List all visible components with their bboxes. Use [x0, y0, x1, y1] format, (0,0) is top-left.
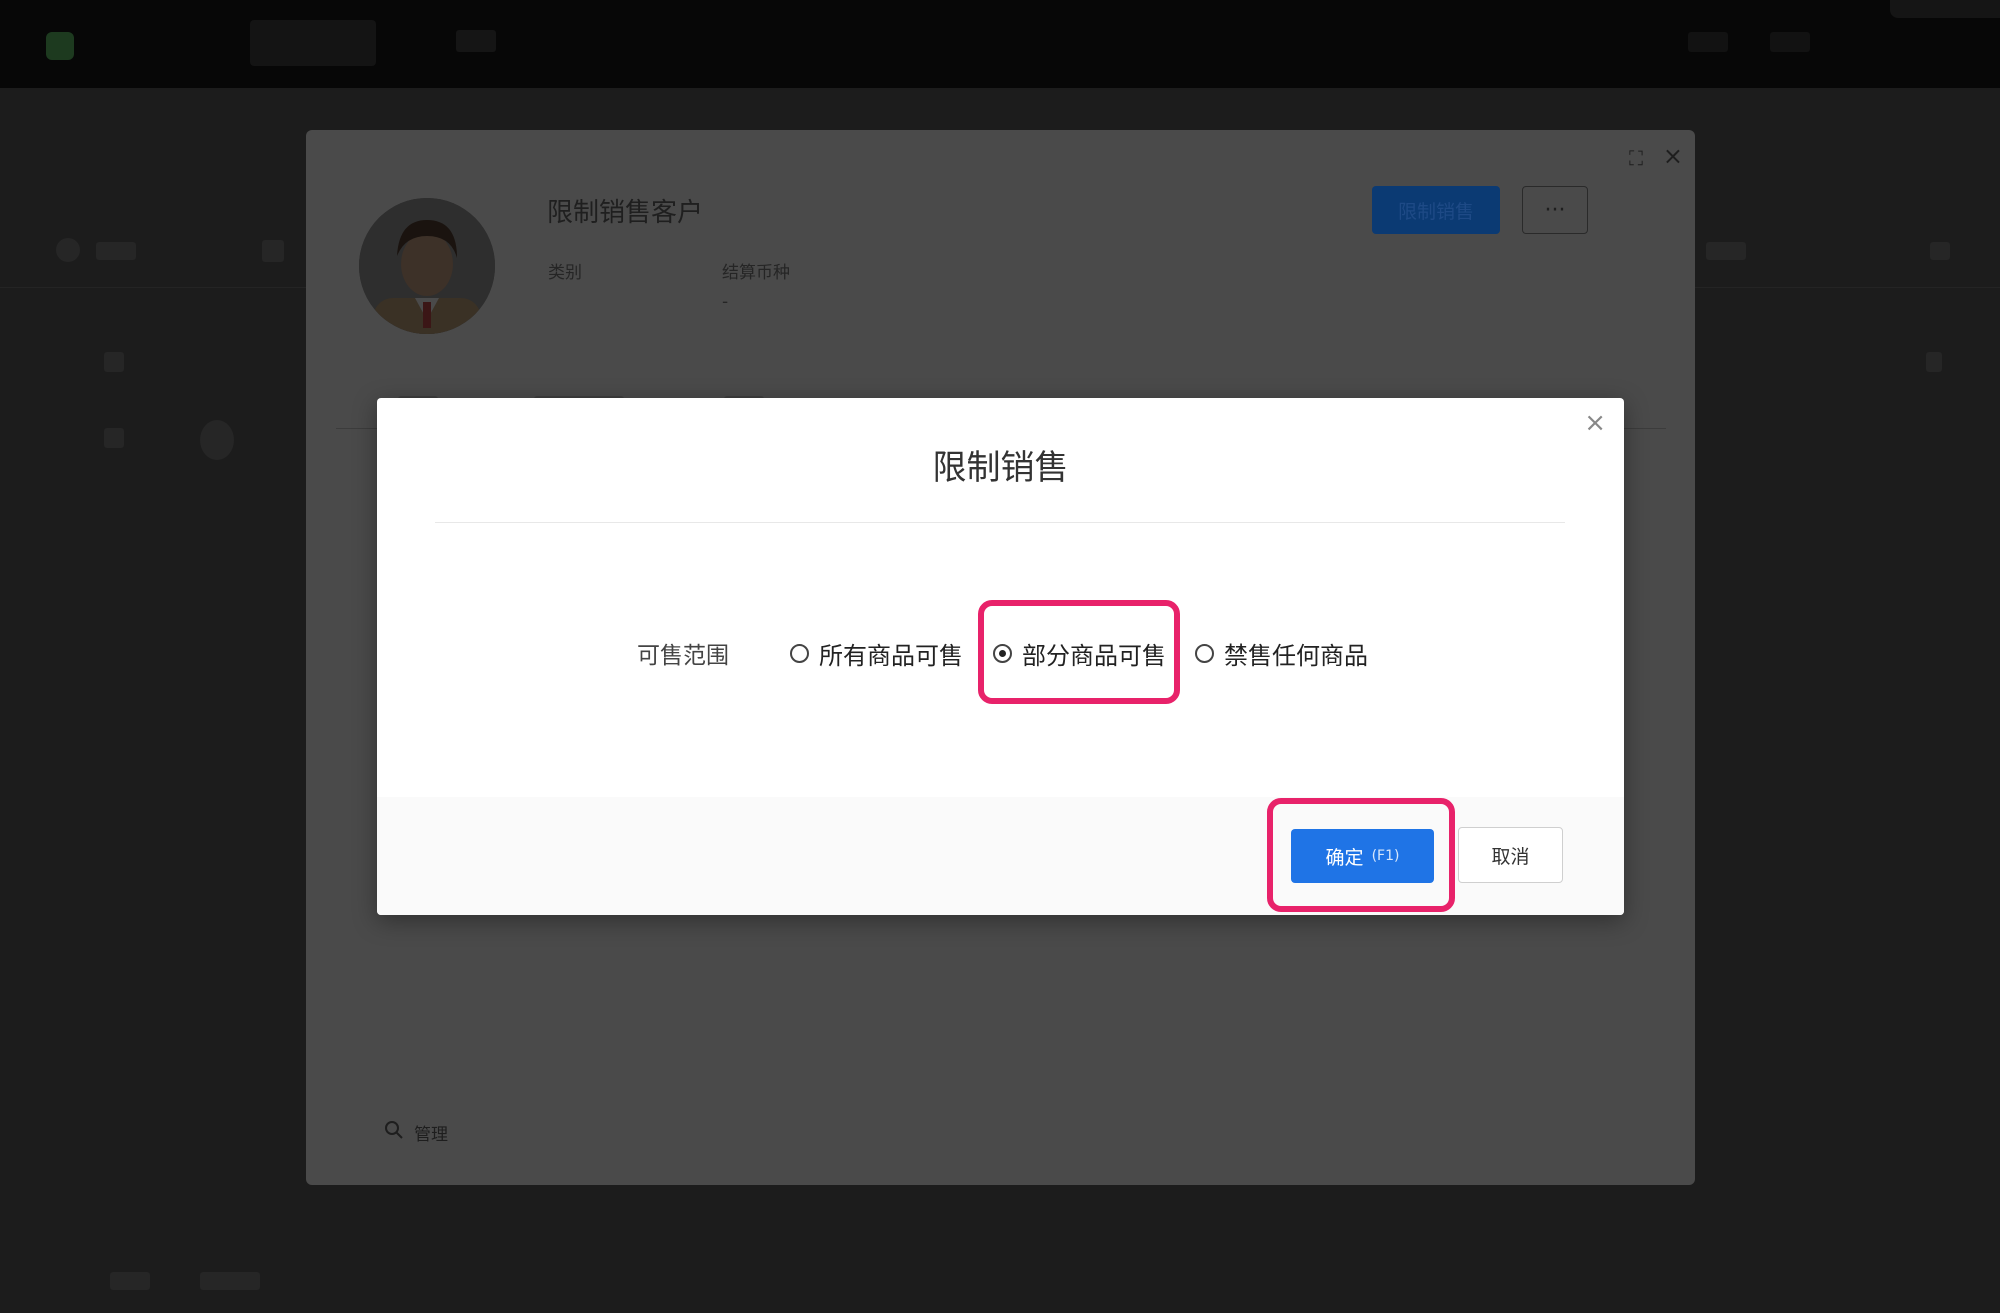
restrict-sale-dialog: × 限制销售 可售范围 所有商品可售 部分商品可售 禁售任何商品 确定 (F1)… [377, 398, 1624, 915]
field-label-category: 类别 [548, 263, 582, 283]
radio-label[interactable]: 禁售任何商品 [1224, 636, 1368, 671]
window-controls[interactable] [1890, 0, 2000, 18]
background-icon [1930, 242, 1950, 260]
app-nav-tab[interactable] [456, 30, 496, 52]
search-icon[interactable] [384, 1120, 404, 1140]
search-label[interactable]: 管理 [414, 1120, 448, 1145]
radio-all-products[interactable]: 所有商品可售 [790, 636, 963, 671]
customer-avatar [359, 198, 495, 334]
background-icon [1926, 352, 1942, 372]
customer-name: 限制销售客户 [547, 198, 704, 228]
app-header-link[interactable] [1770, 32, 1810, 52]
close-icon[interactable]: × [1584, 408, 1606, 438]
field-label-currency: 结算币种 [722, 263, 790, 283]
expand-icon[interactable]: ⛶ [1629, 146, 1643, 170]
background-footer [100, 1270, 300, 1292]
app-header-link[interactable] [1688, 32, 1728, 52]
radio-some-products[interactable]: 部分商品可售 [993, 636, 1166, 671]
dialog-divider [435, 522, 1565, 523]
close-icon[interactable]: × [1663, 142, 1683, 170]
dialog-title: 限制销售 [932, 448, 1069, 488]
radio-label[interactable]: 所有商品可售 [819, 636, 963, 671]
portrait-icon [359, 198, 495, 334]
dialog-footer: 确定 (F1) 取消 [377, 797, 1624, 915]
radio-no-products[interactable]: 禁售任何商品 [1195, 636, 1368, 671]
more-actions-button[interactable]: ··· [1522, 186, 1588, 234]
background-checkbox [104, 352, 124, 372]
background-add-icon [262, 240, 284, 262]
cancel-button[interactable]: 取消 [1458, 827, 1563, 883]
restrict-sale-button[interactable]: 限制销售 [1372, 186, 1500, 234]
confirm-button[interactable]: 确定 (F1) [1291, 829, 1434, 883]
radio-button[interactable] [790, 644, 809, 663]
field-value-currency: - [722, 292, 729, 312]
background-label [96, 242, 136, 260]
background-checkbox [104, 428, 124, 448]
app-topbar [0, 0, 2000, 88]
confirm-shortcut[interactable]: (F1) [1372, 848, 1400, 864]
app-nav-tab-active[interactable] [250, 20, 376, 66]
radio-button[interactable] [1195, 644, 1214, 663]
sale-range-label: 可售范围 [637, 643, 729, 669]
radio-label[interactable]: 部分商品可售 [1022, 636, 1166, 671]
radio-button-selected[interactable] [993, 644, 1012, 663]
sale-range-row: 可售范围 所有商品可售 部分商品可售 禁售任何商品 [377, 632, 1624, 672]
confirm-label[interactable]: 确定 [1326, 843, 1364, 870]
background-icon [56, 238, 80, 262]
app-logo [46, 32, 74, 60]
background-avatar [200, 420, 234, 460]
background-label [1706, 242, 1746, 260]
